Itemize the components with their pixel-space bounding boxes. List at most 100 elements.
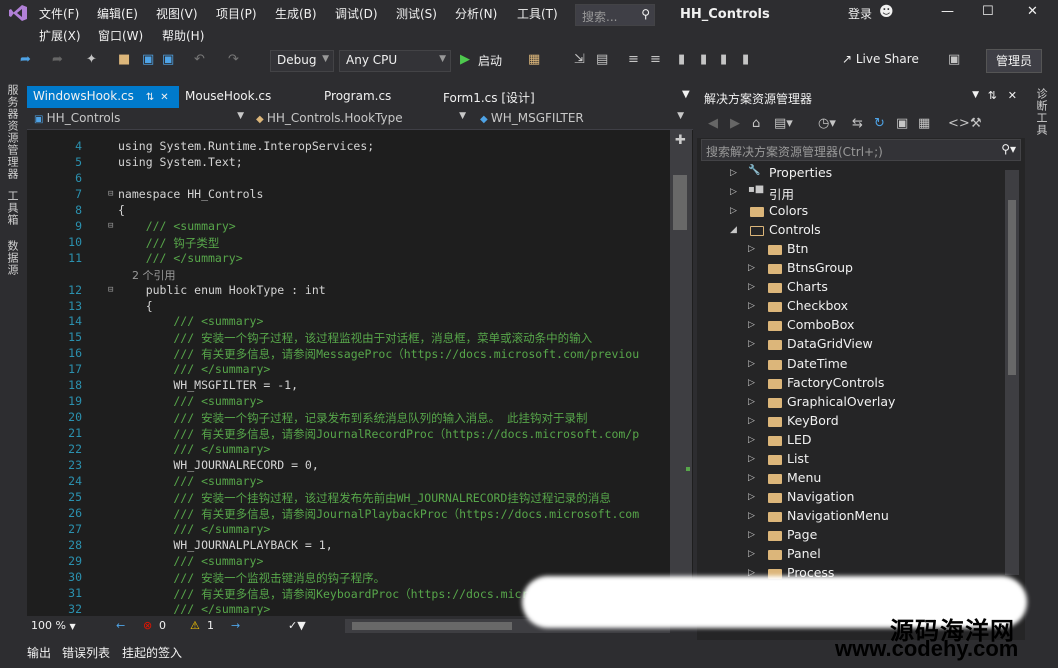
bookmark-icon[interactable]: ▮ xyxy=(678,52,685,67)
outdent-icon[interactable]: ≡ xyxy=(650,52,661,67)
fold-toggle-icon[interactable]: ⊟ xyxy=(108,221,113,231)
split-icon[interactable]: ✚ xyxy=(675,133,686,148)
tree-item[interactable]: FactoryControls xyxy=(787,375,884,390)
tree-item[interactable]: Panel xyxy=(787,546,821,561)
pending-checkins-tab[interactable]: 挂起的签入 xyxy=(122,644,182,661)
diagnostic-tools-tab[interactable]: 诊断工具 xyxy=(1033,88,1049,136)
search-icon[interactable]: ⚲▾ xyxy=(1001,142,1016,156)
tree-item[interactable]: KeyBord xyxy=(787,413,839,428)
home-icon[interactable]: ⌂ xyxy=(752,116,760,131)
tree-item[interactable]: Page xyxy=(787,527,817,542)
collapse-all-icon[interactable]: ▣ xyxy=(896,116,908,131)
menu-item[interactable]: 项目(P) xyxy=(216,5,257,22)
expand-caret-icon[interactable]: ▷ xyxy=(748,397,755,407)
menu-item[interactable]: 视图(V) xyxy=(156,5,198,22)
tree-item[interactable]: BtnsGroup xyxy=(787,260,853,275)
expand-caret-icon[interactable]: ▷ xyxy=(748,339,755,349)
hscroll-thumb[interactable] xyxy=(352,622,512,630)
member-dropdown[interactable]: ◆ WH_MSGFILTER ▼ xyxy=(476,110,688,128)
login-link[interactable]: 登录 xyxy=(848,5,872,22)
expanded-caret-icon[interactable]: ◢ xyxy=(730,225,737,235)
tree-item[interactable]: Properties xyxy=(769,165,832,180)
indent-icon[interactable]: ≡ xyxy=(628,52,639,67)
back-icon[interactable]: ◀ xyxy=(708,116,718,131)
pin-icon[interactable]: ⇅ xyxy=(146,92,154,103)
expand-caret-icon[interactable]: ▷ xyxy=(748,320,755,330)
live-share-button[interactable]: ↗ Live Share xyxy=(842,52,919,66)
config-dropdown[interactable]: Debug ▼ xyxy=(270,50,334,72)
server-explorer-tab[interactable]: 服务器资源管理器 xyxy=(4,84,20,180)
vs-logo-icon[interactable] xyxy=(8,4,28,22)
menu-item[interactable]: 帮助(H) xyxy=(162,27,204,44)
back-icon[interactable]: ➦ xyxy=(20,52,31,67)
close-icon[interactable]: ✕ xyxy=(1027,4,1038,19)
expand-caret-icon[interactable]: ▷ xyxy=(748,359,755,369)
error-count[interactable]: 0 xyxy=(159,619,166,632)
scroll-thumb[interactable] xyxy=(673,175,687,230)
brush-icon[interactable]: ✓▼ xyxy=(288,619,306,632)
output-tab[interactable]: 输出 xyxy=(27,644,51,661)
tab-overflow-icon[interactable]: ▼ xyxy=(676,86,696,108)
tab-form1-design[interactable]: Form1.cs [设计] xyxy=(437,86,541,108)
menu-item[interactable]: 扩展(X) xyxy=(39,27,81,44)
error-icon[interactable]: ⊗ xyxy=(143,619,152,632)
new-project-icon[interactable]: ✦ xyxy=(86,52,97,67)
solution-search-input[interactable]: 搜索解决方案资源管理器(Ctrl+;) ⚲▾ xyxy=(701,139,1021,161)
expand-caret-icon[interactable]: ▷ xyxy=(748,416,755,426)
admin-badge[interactable]: 管理员 xyxy=(986,49,1042,73)
attach-icon[interactable]: ▦ xyxy=(528,52,540,67)
sync-icon[interactable]: ⇆ xyxy=(852,116,863,131)
tree-item[interactable]: NavigationMenu xyxy=(787,508,889,523)
close-icon[interactable]: ✕ xyxy=(1008,89,1017,102)
tree-item[interactable]: LED xyxy=(787,432,812,447)
refresh-icon[interactable]: ↻ xyxy=(874,116,885,131)
expand-caret-icon[interactable]: ▷ xyxy=(748,435,755,445)
forward-icon[interactable]: ▶ xyxy=(730,116,740,131)
project-dropdown[interactable]: ▣ HH_Controls ▼ xyxy=(30,110,248,128)
menu-item[interactable]: 分析(N) xyxy=(455,5,497,22)
data-sources-tab[interactable]: 数据源 xyxy=(4,240,20,276)
tree-item[interactable]: Checkbox xyxy=(787,298,848,313)
solution-scroll-thumb[interactable] xyxy=(1008,200,1016,375)
bookmark-clear-icon[interactable]: ▮ xyxy=(742,52,749,67)
search-icon[interactable]: ⚲ xyxy=(641,7,650,21)
undo-icon[interactable]: ↶ xyxy=(194,52,205,67)
expand-caret-icon[interactable]: ▷ xyxy=(748,530,755,540)
properties-icon[interactable]: ⚒ xyxy=(970,116,982,131)
tab-mousehook[interactable]: MouseHook.cs xyxy=(179,86,277,108)
history-icon[interactable]: ◷▾ xyxy=(818,116,836,131)
code-view-icon[interactable]: <> xyxy=(948,116,970,131)
expand-caret-icon[interactable]: ▷ xyxy=(748,244,755,254)
tree-item[interactable]: Controls xyxy=(769,222,821,237)
tree-item[interactable]: GraphicalOverlay xyxy=(787,394,895,409)
tree-item[interactable]: Btn xyxy=(787,241,808,256)
warning-icon[interactable]: ⚠ xyxy=(190,619,200,632)
tree-item[interactable]: List xyxy=(787,451,809,466)
menu-item[interactable]: 工具(T) xyxy=(517,5,558,22)
tree-item[interactable]: Colors xyxy=(769,203,808,218)
expand-caret-icon[interactable]: ▷ xyxy=(748,263,755,273)
user-icon[interactable]: ☻ xyxy=(879,4,894,20)
warning-count[interactable]: 1 xyxy=(207,619,214,632)
type-dropdown[interactable]: ◆ HH_Controls.HookType ▼ xyxy=(252,110,470,128)
tab-windowshook[interactable]: WindowsHook.cs ⇅ ✕ xyxy=(27,86,179,108)
minimize-icon[interactable]: — xyxy=(941,4,954,19)
redo-icon[interactable]: ↷ xyxy=(228,52,239,67)
search-input[interactable]: 搜索... ⚲ xyxy=(575,4,655,26)
fold-toggle-icon[interactable]: ⊟ xyxy=(108,189,113,199)
expand-caret-icon[interactable]: ▷ xyxy=(748,282,755,292)
feedback-icon[interactable]: ▣ xyxy=(948,52,960,67)
tree-item[interactable]: DataGridView xyxy=(787,336,873,351)
bookmark-prev-icon[interactable]: ▮ xyxy=(700,52,707,67)
bookmark-next-icon[interactable]: ▮ xyxy=(720,52,727,67)
zoom-dropdown[interactable]: 100 % ▼ xyxy=(31,619,76,632)
error-list-tab[interactable]: 错误列表 xyxy=(62,644,110,661)
step-icon[interactable]: ⇲ xyxy=(574,52,585,67)
nav-forward-icon[interactable]: → xyxy=(231,619,240,632)
tree-item[interactable]: ComboBox xyxy=(787,317,854,332)
tab-program[interactable]: Program.cs xyxy=(318,86,397,108)
close-icon[interactable]: ✕ xyxy=(160,92,168,103)
show-all-files-icon[interactable]: ▦ xyxy=(918,116,930,131)
expand-caret-icon[interactable]: ▷ xyxy=(748,473,755,483)
expand-caret-icon[interactable]: ▷ xyxy=(730,168,737,178)
